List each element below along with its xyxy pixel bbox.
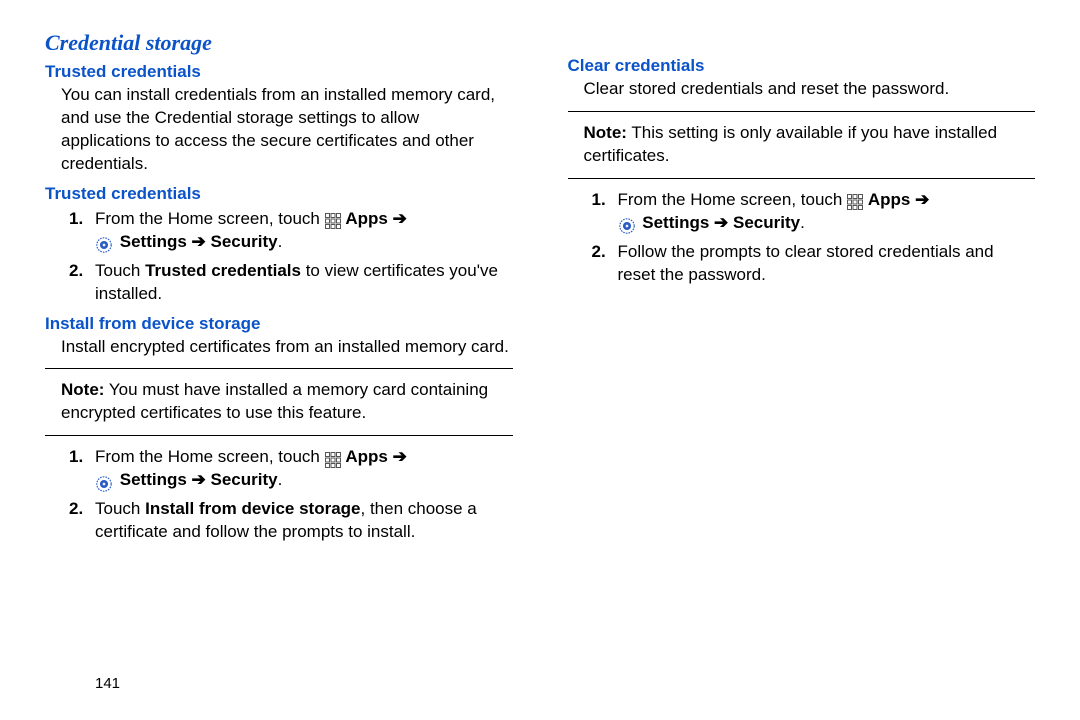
subheading-clear-credentials: Clear credentials bbox=[568, 56, 1036, 76]
note-label: Note: bbox=[584, 123, 627, 142]
clear-steps: 1. From the Home screen, touch Apps ➔ Se… bbox=[592, 189, 1036, 287]
trusted-credentials-intro-body: You can install credentials from an inst… bbox=[61, 84, 513, 176]
divider bbox=[568, 111, 1036, 112]
arrow-icon: ➔ bbox=[714, 213, 728, 232]
install-note: Note: You must have installed a memory c… bbox=[61, 379, 513, 425]
apps-label: Apps bbox=[868, 190, 911, 209]
install-steps: 1. From the Home screen, touch Apps ➔ Se… bbox=[69, 446, 513, 544]
step-text: Touch bbox=[95, 261, 145, 280]
trusted-credentials-steps: 1. From the Home screen, touch Apps ➔ Se… bbox=[69, 208, 513, 306]
step-body: From the Home screen, touch Apps ➔ Setti… bbox=[618, 189, 1036, 235]
apps-label: Apps bbox=[345, 447, 388, 466]
apps-label: Apps bbox=[345, 209, 388, 228]
section-heading-credential-storage: Credential storage bbox=[45, 30, 513, 56]
step-text: From the Home screen, touch bbox=[95, 447, 325, 466]
subheading-trusted-credentials-intro: Trusted credentials bbox=[45, 62, 513, 82]
note-text: This setting is only available if you ha… bbox=[584, 123, 998, 165]
page-columns: Credential storage Trusted credentials Y… bbox=[45, 30, 1035, 552]
clear-note: Note: This setting is only available if … bbox=[584, 122, 1036, 168]
settings-label: Settings bbox=[642, 213, 709, 232]
subheading-install-from-device-storage: Install from device storage bbox=[45, 314, 513, 334]
gear-icon bbox=[95, 475, 113, 493]
install-body: Install encrypted certificates from an i… bbox=[61, 336, 513, 359]
left-column: Credential storage Trusted credentials Y… bbox=[45, 30, 513, 552]
security-label: Security bbox=[211, 470, 278, 489]
apps-icon bbox=[847, 194, 863, 210]
apps-icon bbox=[325, 452, 341, 468]
divider bbox=[45, 435, 513, 436]
clear-body: Clear stored credentials and reset the p… bbox=[584, 78, 1036, 101]
right-column: Clear credentials Clear stored credentia… bbox=[568, 30, 1036, 552]
security-label: Security bbox=[211, 232, 278, 251]
apps-icon bbox=[325, 213, 341, 229]
arrow-icon: ➔ bbox=[915, 190, 929, 209]
security-label: Security bbox=[733, 213, 800, 232]
step-body: Touch Install from device storage, then … bbox=[95, 498, 513, 544]
gear-icon bbox=[95, 236, 113, 254]
step-body: Touch Trusted credentials to view certif… bbox=[95, 260, 513, 306]
arrow-icon: ➔ bbox=[393, 447, 407, 466]
step-number: 2. bbox=[592, 241, 618, 287]
divider bbox=[45, 368, 513, 369]
step-number: 2. bbox=[69, 260, 95, 306]
step-text: From the Home screen, touch bbox=[95, 209, 325, 228]
subheading-trusted-credentials-steps: Trusted credentials bbox=[45, 184, 513, 204]
step-bold: Install from device storage bbox=[145, 499, 360, 518]
step-number: 1. bbox=[69, 446, 95, 492]
arrow-icon: ➔ bbox=[192, 470, 206, 489]
step-text: From the Home screen, touch bbox=[618, 190, 848, 209]
note-text: You must have installed a memory card co… bbox=[61, 380, 488, 422]
arrow-icon: ➔ bbox=[192, 232, 206, 251]
arrow-icon: ➔ bbox=[393, 209, 407, 228]
step-number: 1. bbox=[69, 208, 95, 254]
settings-label: Settings bbox=[120, 232, 187, 251]
page-number: 141 bbox=[95, 675, 120, 692]
divider bbox=[568, 178, 1036, 179]
step-number: 1. bbox=[592, 189, 618, 235]
step-number: 2. bbox=[69, 498, 95, 544]
step-bold: Trusted credentials bbox=[145, 261, 301, 280]
step-body: From the Home screen, touch Apps ➔ Setti… bbox=[95, 208, 513, 254]
settings-label: Settings bbox=[120, 470, 187, 489]
step-body: Follow the prompts to clear stored crede… bbox=[618, 241, 1036, 287]
step-text: Touch bbox=[95, 499, 145, 518]
note-label: Note: bbox=[61, 380, 104, 399]
step-body: From the Home screen, touch Apps ➔ Setti… bbox=[95, 446, 513, 492]
gear-icon bbox=[618, 217, 636, 235]
